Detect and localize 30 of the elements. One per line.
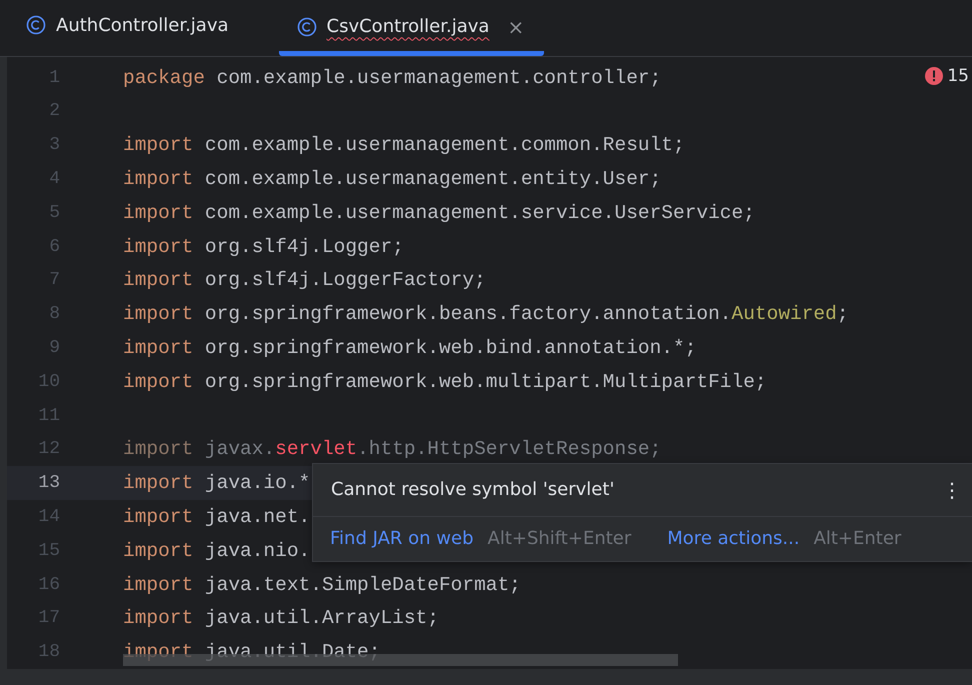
code-line: import java.io.* (123, 472, 310, 494)
editor-tab[interactable]: AuthController.java (8, 0, 249, 56)
code-line: import java.util.Date; (123, 641, 380, 664)
close-icon[interactable]: × (507, 14, 524, 39)
code-line: import org.springframework.web.bind.annotation.*; (123, 337, 696, 359)
action-link[interactable]: Find JAR on web (330, 528, 474, 550)
line-number: 13 (37, 473, 60, 494)
code-line: import com.example.usermanagement.service.UserService; (123, 202, 755, 224)
more-menu-icon[interactable]: ⋮ (942, 478, 962, 502)
shortcut-hint: Alt+Enter (814, 528, 902, 550)
class-icon (296, 16, 317, 37)
code-line: import java.net. (123, 506, 310, 528)
code-line: import org.springframework.web.multipart.MultipartFile; (123, 370, 767, 393)
error-message: Cannot resolve symbol 'servlet' (331, 479, 614, 500)
action-link[interactable]: More actions... (667, 528, 800, 550)
editor-tab[interactable]: CsvController.java × (278, 3, 544, 56)
shortcut-hint: Alt+Shift+Enter (488, 528, 632, 550)
code-line: import org.springframework.beans.factory.annotation.Autowired; (123, 303, 849, 326)
code-line: import org.slf4j.Logger; (123, 236, 404, 258)
code-line: import com.example.usermanagement.common.Result; (123, 134, 685, 156)
class-icon (26, 15, 46, 36)
error-icon (925, 66, 944, 85)
code-line: import com.example.usermanagement.entity.User; (123, 168, 662, 190)
code-line: import java.nio. (123, 540, 310, 562)
code-line: import org.slf4j.LoggerFactory; (123, 269, 486, 292)
code-line: package com.example.usermanagement.controller; (123, 66, 662, 89)
code-line: import java.util.ArrayList; (123, 607, 439, 630)
code-line: import java.text.SimpleDateFormat; (123, 574, 521, 596)
problems-indicator[interactable]: 15 (925, 66, 969, 86)
code-line: import javax.servlet.http.HttpServletResponse; (123, 438, 662, 460)
